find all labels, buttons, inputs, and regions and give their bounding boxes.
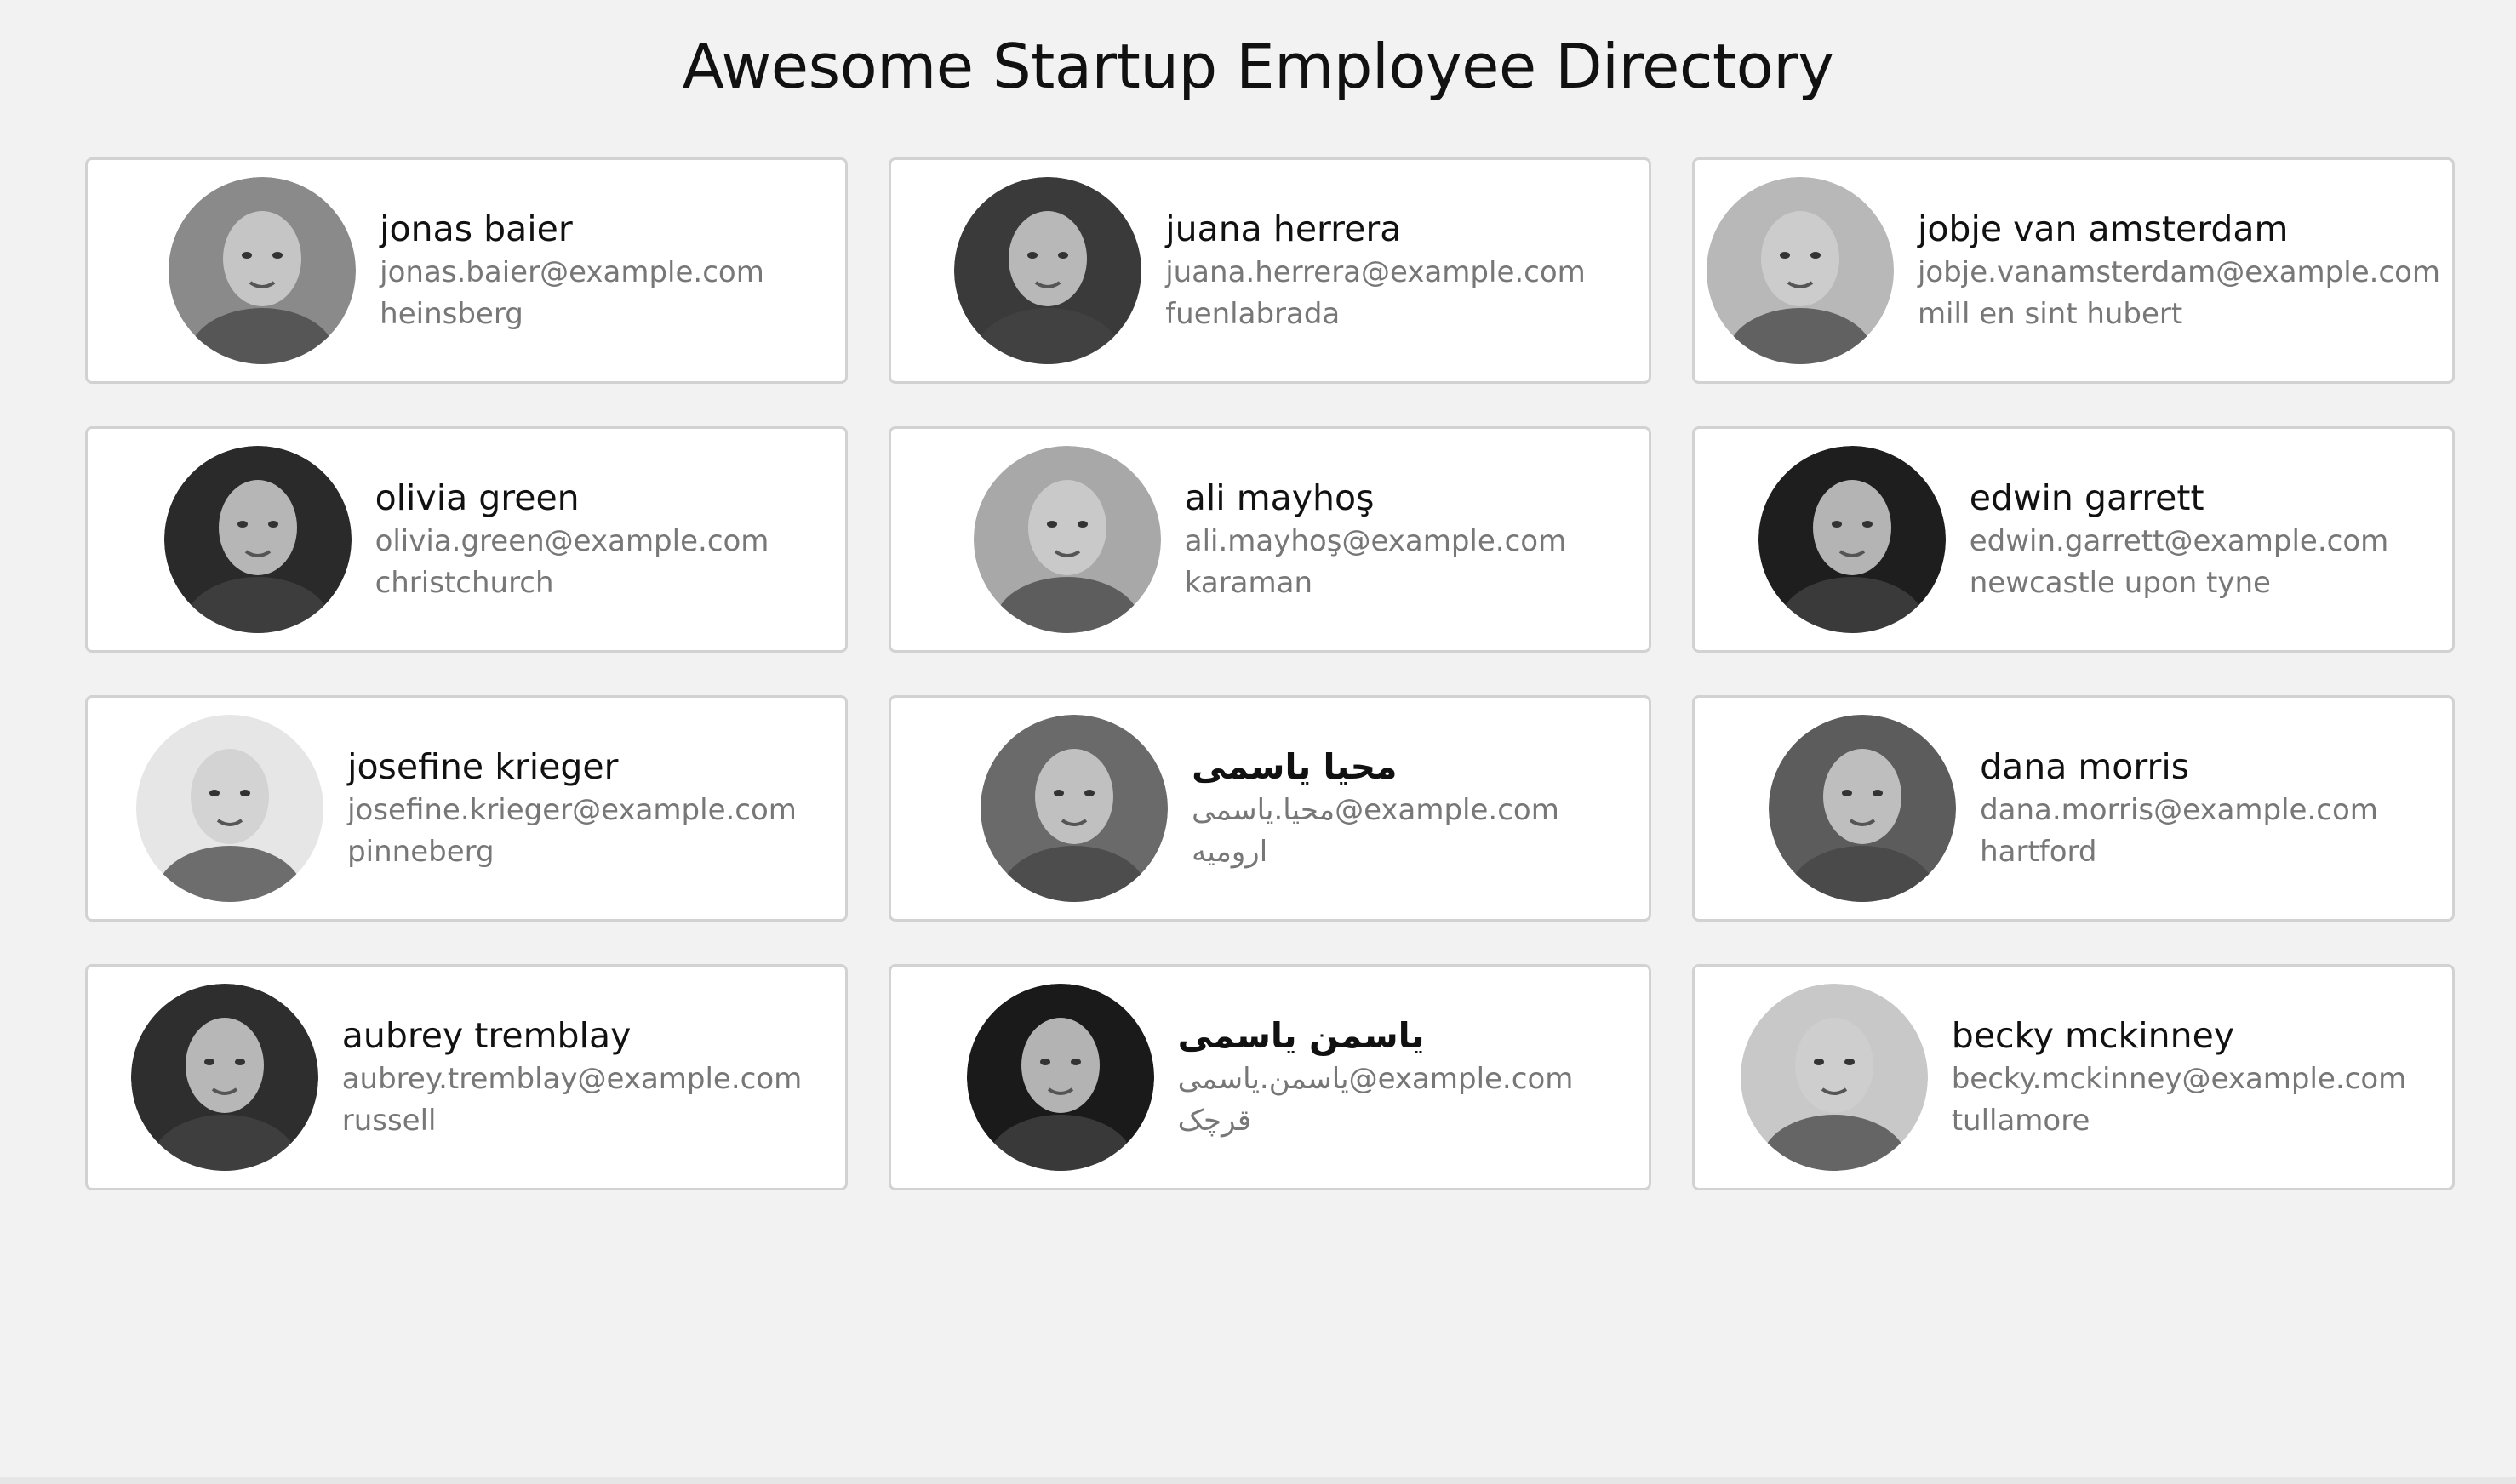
employee-name: ali mayhoş	[1184, 477, 1375, 518]
employee-email: edwin.garrett@example.com	[1969, 524, 2389, 558]
employee-name: jobje van amsterdam	[1917, 208, 2289, 249]
employee-card[interactable]: jonas baier jonas.baier@example.com heinsb…	[85, 157, 848, 384]
employee-name: olivia green	[375, 477, 580, 518]
employee-name: dana morris	[1980, 746, 2190, 787]
avatar	[136, 715, 324, 902]
employee-email: becky.mckinney@example.com	[1951, 1062, 2407, 1096]
avatar	[954, 177, 1142, 364]
employee-city: newcastle upon tyne	[1969, 566, 2271, 600]
employee-email: dana.morris@example.com	[1980, 793, 2378, 827]
employee-email: olivia.green@example.com	[375, 524, 769, 558]
employee-name: edwin garrett	[1969, 477, 2204, 518]
employee-card[interactable]: jobje van amsterdam jobje.vanamsterdam@ex…	[1692, 157, 2455, 384]
employee-email: محیا.یاسمی@example.com	[1192, 793, 1559, 827]
employee-info: jonas baier jonas.baier@example.com heinsb…	[380, 207, 764, 334]
avatar	[130, 984, 318, 1171]
employee-info: jobje van amsterdam jobje.vanamsterdam@ex…	[1918, 207, 2440, 334]
employee-card[interactable]: edwin garrett edwin.garrett@example.com ne…	[1692, 426, 2455, 653]
avatar	[981, 715, 1169, 902]
employee-info: یاسمن یاسمی یاسمن.یاسمی@example.com قرچک	[1178, 1013, 1574, 1141]
avatar	[1706, 177, 1894, 364]
avatar	[1740, 984, 1928, 1171]
employee-city: christchurch	[375, 566, 554, 600]
bottom-scroll-edge	[0, 1477, 2516, 1484]
employee-email: aubrey.tremblay@example.com	[341, 1062, 803, 1096]
employee-card[interactable]: dana morris dana.morris@example.com hartfo…	[1692, 695, 2455, 922]
avatar	[169, 177, 357, 364]
employee-city: russell	[341, 1104, 437, 1138]
employee-info: becky mckinney becky.mckinney@example.com…	[1952, 1013, 2407, 1141]
employee-card[interactable]: juana herrera juana.herrera@example.com fu…	[889, 157, 1651, 384]
employee-card[interactable]: olivia green olivia.green@example.com chri…	[85, 426, 848, 653]
employee-city: hartford	[1980, 835, 2097, 869]
employee-info: edwin garrett edwin.garrett@example.com ne…	[1970, 476, 2389, 603]
employee-grid: jonas baier jonas.baier@example.com heinsb…	[85, 157, 2455, 1190]
employee-name: juana herrera	[1165, 208, 1402, 249]
employee-info: juana herrera juana.herrera@example.com fu…	[1165, 207, 1586, 334]
employee-city: tullamore	[1951, 1104, 2090, 1138]
employee-email: jobje.vanamsterdam@example.com	[1917, 255, 2441, 289]
employee-city: karaman	[1184, 566, 1313, 600]
employee-card[interactable]: ali mayhoş ali.mayhoş@example.com karaman	[889, 426, 1651, 653]
employee-city: mill en sint hubert	[1917, 297, 2183, 331]
employee-name: aubrey tremblay	[341, 1015, 632, 1056]
employee-city: heinsberg	[380, 297, 523, 331]
employee-name: josefine krieger	[347, 746, 619, 787]
employee-card[interactable]: aubrey tremblay aubrey.tremblay@example.c…	[85, 964, 848, 1190]
employee-info: محیا یاسمی محیا.یاسمی@example.com ارومیه	[1192, 745, 1559, 872]
employee-email: josefine.krieger@example.com	[347, 793, 797, 827]
employee-email: ali.mayhoş@example.com	[1184, 524, 1567, 558]
employee-email: juana.herrera@example.com	[1165, 255, 1586, 289]
employee-info: josefine krieger josefine.krieger@example…	[347, 745, 797, 872]
employee-city: fuenlabrada	[1165, 297, 1341, 331]
avatar	[966, 984, 1154, 1171]
employee-email: jonas.baier@example.com	[380, 255, 764, 289]
employee-card[interactable]: محیا یاسمی محیا.یاسمی@example.com ارومیه	[889, 695, 1651, 922]
employee-info: aubrey tremblay aubrey.tremblay@example.c…	[342, 1013, 803, 1141]
employee-name: محیا یاسمی	[1192, 746, 1398, 787]
employee-card[interactable]: josefine krieger josefine.krieger@example…	[85, 695, 848, 922]
employee-name: jonas baier	[380, 208, 573, 249]
page-title: Awesome Startup Employee Directory	[682, 31, 1834, 102]
employee-card[interactable]: becky mckinney becky.mckinney@example.com…	[1692, 964, 2455, 1190]
avatar	[1758, 446, 1946, 633]
employee-city: ارومیه	[1192, 835, 1268, 869]
employee-info: olivia green olivia.green@example.com chri…	[375, 476, 769, 603]
employee-info: dana morris dana.morris@example.com hartfo…	[1980, 745, 2378, 872]
employee-city: pinneberg	[347, 835, 495, 869]
employee-name: یاسمن یاسمی	[1177, 1015, 1425, 1056]
avatar	[1769, 715, 1957, 902]
employee-city: قرچک	[1177, 1104, 1252, 1138]
avatar	[973, 446, 1161, 633]
employee-email: یاسمن.یاسمی@example.com	[1177, 1062, 1574, 1096]
employee-card[interactable]: یاسمن یاسمی یاسمن.یاسمی@example.com قرچک	[889, 964, 1651, 1190]
employee-info: ali mayhoş ali.mayhoş@example.com karaman	[1185, 476, 1566, 603]
employee-name: becky mckinney	[1951, 1015, 2235, 1056]
avatar	[163, 446, 352, 633]
